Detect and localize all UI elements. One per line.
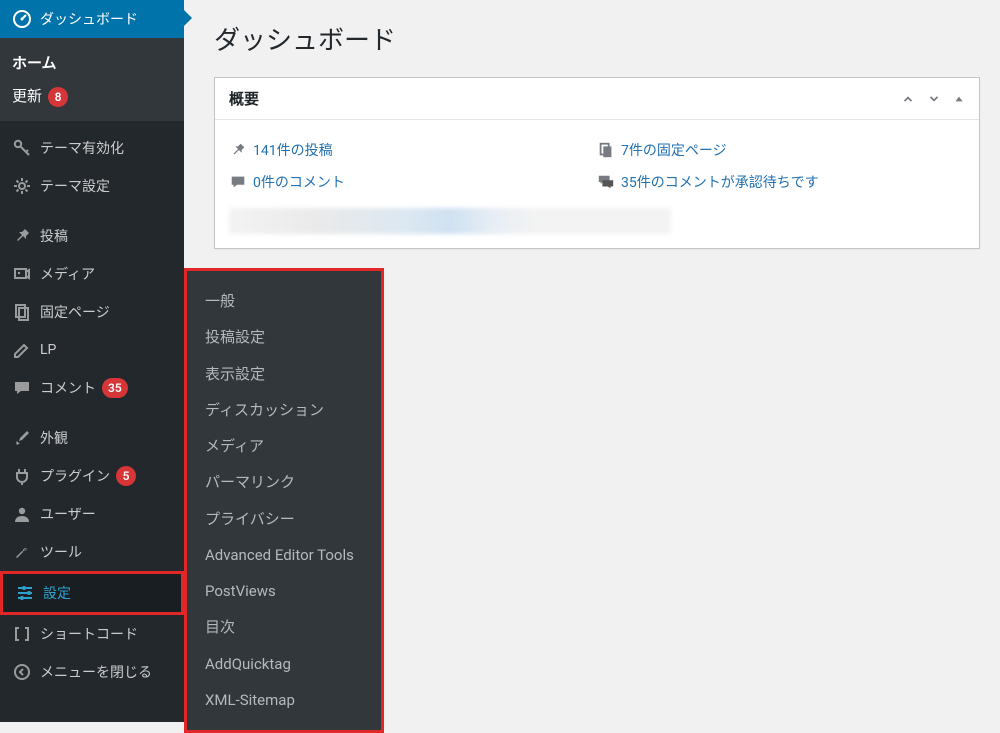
user-icon [10,504,34,524]
settings-highlight: 設定 [0,571,184,615]
posts-link[interactable]: 141件の投稿 [253,140,333,160]
panel-header: 概要 [215,78,979,120]
submenu-item[interactable]: プライバシー [187,501,381,537]
comments-link[interactable]: 0件のコメント [253,172,345,192]
chevron-down-icon[interactable] [927,92,941,106]
sidebar-label: ユーザー [40,504,96,524]
submenu-item[interactable]: Advanced Editor Tools [187,537,381,573]
sidebar-item-lp[interactable]: LP [0,331,184,369]
sidebar-label: LP [40,342,56,358]
sidebar-item-media[interactable]: メディア [0,255,184,293]
sidebar-sub-home[interactable]: ホーム [0,46,184,79]
sidebar-item-pages[interactable]: 固定ページ [0,293,184,331]
sidebar-label: ツール [40,542,82,562]
pending-comments-link[interactable]: 35件のコメントが承認待ちです [621,172,819,192]
stat-pages: 7件の固定ページ [597,134,965,166]
submenu-item[interactable]: ディスカッション [187,392,381,428]
key-icon [10,138,34,158]
sidebar-label: ダッシュボード [40,9,138,29]
wrench-icon [10,542,34,562]
stats-grid: 141件の投稿 0件のコメント 7件の固定ページ 35件のコメントが承認待ちです [229,134,965,198]
redacted-area [229,208,671,234]
sidebar-item-plugins[interactable]: プラグイン 5 [0,457,184,495]
sidebar-sub-dashboard: ホーム 更新8 [0,38,184,121]
sidebar-item-theme-settings[interactable]: テーマ設定 [0,167,184,205]
gauge-icon [10,9,34,29]
page-title: ダッシュボード [214,20,980,57]
comments-badge: 35 [102,378,128,398]
sidebar-item-appearance[interactable]: 外観 [0,419,184,457]
submenu-item[interactable]: PostViews [187,573,381,609]
brush-icon [10,428,34,448]
submenu-item[interactable]: メディア [187,428,381,464]
updates-badge: 8 [48,87,68,107]
sidebar-item-settings[interactable]: 設定 [3,574,181,612]
sidebar-label: テーマ設定 [40,176,110,196]
sidebar-item-comments[interactable]: コメント 35 [0,369,184,407]
main-content: ダッシュボード 概要 141件の投稿 0件のコメント [204,0,1000,249]
sidebar-label: 設定 [43,583,71,603]
comments-multi-icon [597,173,621,191]
overview-panel: 概要 141件の投稿 0件のコメント [214,77,980,249]
submenu-item[interactable]: パーマリンク [187,464,381,500]
collapse-icon [10,662,34,682]
sidebar-label: メニューを閉じる [40,662,152,682]
sidebar-label: プラグイン [40,466,110,486]
sidebar-label: コメント [40,378,96,398]
collapse-triangle-icon[interactable] [953,93,965,105]
sidebar-item-theme-activation[interactable]: テーマ有効化 [0,129,184,167]
plugins-badge: 5 [116,466,136,486]
settings-submenu: 一般 投稿設定 表示設定 ディスカッション メディア パーマリンク プライバシー… [184,268,384,733]
pencil-icon [10,340,34,360]
pin-icon [10,226,34,246]
submenu-item[interactable]: 目次 [187,609,381,645]
sidebar-label: 固定ページ [40,302,110,322]
sidebar-item-users[interactable]: ユーザー [0,495,184,533]
stat-posts: 141件の投稿 [229,134,597,166]
plug-icon [10,466,34,486]
submenu-item[interactable]: 一般 [187,283,381,319]
sliders-icon [13,583,37,603]
sidebar-item-shortcode[interactable]: ショートコード [0,615,184,653]
submenu-item[interactable]: AddQuicktag [187,646,381,682]
pin-icon [229,141,253,159]
sidebar-label: 外観 [40,428,68,448]
comment-icon [10,378,34,398]
active-pointer [184,10,192,26]
admin-sidebar: ダッシュボード ホーム 更新8 テーマ有効化 テーマ設定 投稿 メディア 固定ペ… [0,0,184,722]
sidebar-item-dashboard[interactable]: ダッシュボード [0,0,184,38]
pages-icon [10,302,34,322]
sidebar-label: テーマ有効化 [40,138,124,158]
sidebar-label: 投稿 [40,226,68,246]
sidebar-item-collapse[interactable]: メニューを閉じる [0,653,184,691]
chevron-up-icon[interactable] [901,92,915,106]
panel-body: 141件の投稿 0件のコメント 7件の固定ページ 35件のコメントが承認待ちです [215,120,979,248]
sidebar-label: メディア [40,264,95,284]
brackets-icon [10,624,34,644]
sidebar-item-posts[interactable]: 投稿 [0,217,184,255]
pages-link[interactable]: 7件の固定ページ [621,140,727,160]
sidebar-sub-updates[interactable]: 更新8 [0,79,184,113]
gear-icon [10,176,34,196]
pages-icon [597,141,621,159]
submenu-item[interactable]: 投稿設定 [187,319,381,355]
media-icon [10,264,34,284]
submenu-item[interactable]: 表示設定 [187,356,381,392]
panel-title: 概要 [229,88,259,109]
panel-controls [901,92,965,106]
sidebar-item-tools[interactable]: ツール [0,533,184,571]
stat-comments: 0件のコメント [229,166,597,198]
sidebar-label: ショートコード [40,624,138,644]
stat-pending: 35件のコメントが承認待ちです [597,166,965,198]
comment-icon [229,173,253,191]
submenu-item[interactable]: XML-Sitemap [187,682,381,718]
